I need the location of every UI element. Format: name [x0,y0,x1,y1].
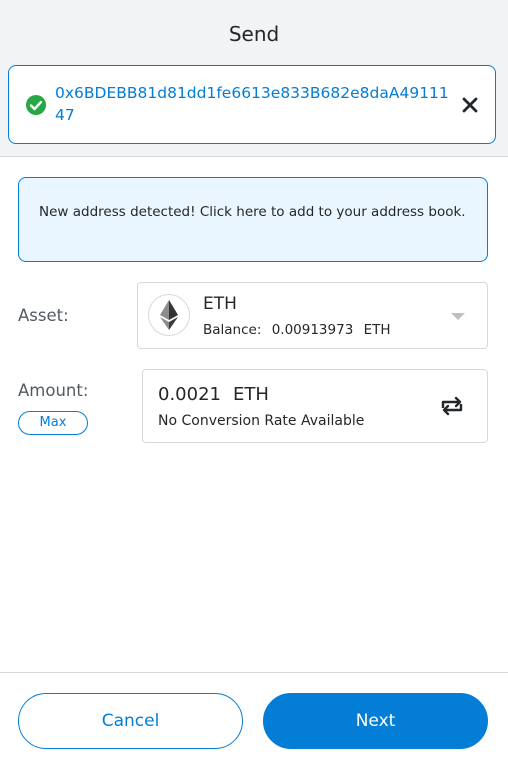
balance-unit: ETH [363,322,391,338]
amount-label: Amount: [18,381,89,400]
swap-currency-icon[interactable] [439,395,465,417]
max-button[interactable]: Max [18,411,88,435]
amount-value: 0.0021 [158,384,221,405]
recipient-address-box[interactable]: 0x6BDEBB81d81dd1fe6613e833B682e8daA49111… [8,65,496,144]
balance-value: 0.00913973 [271,322,354,338]
amount-field[interactable]: 0.0021 ETH No Conversion Rate Available [142,369,488,443]
ethereum-logo-icon [148,294,190,336]
next-button[interactable]: Next [263,693,488,749]
page-title: Send [228,22,280,46]
check-circle-icon [26,95,46,115]
new-address-notice[interactable]: New address detected! Click here to add … [18,177,488,262]
close-icon[interactable] [461,96,479,114]
amount-unit: ETH [232,384,269,405]
asset-label: Asset: [18,306,69,325]
asset-balance: Balance: 0.00913973 ETH [203,322,397,338]
asset-symbol: ETH [203,294,237,314]
send-header: Send 0x6BDEBB81d81dd1fe6613e833B682e8daA… [0,0,508,157]
recipient-address: 0x6BDEBB81d81dd1fe6613e833B682e8daA49111… [55,84,449,124]
asset-selector[interactable]: ETH Balance: 0.00913973 ETH [137,282,488,349]
balance-label: Balance: [203,322,262,338]
conversion-rate-text: No Conversion Rate Available [158,413,365,429]
chevron-down-icon [451,313,465,320]
amount-input[interactable]: 0.0021 ETH [158,384,269,405]
cancel-button[interactable]: Cancel [18,693,243,749]
footer-divider [0,672,508,673]
